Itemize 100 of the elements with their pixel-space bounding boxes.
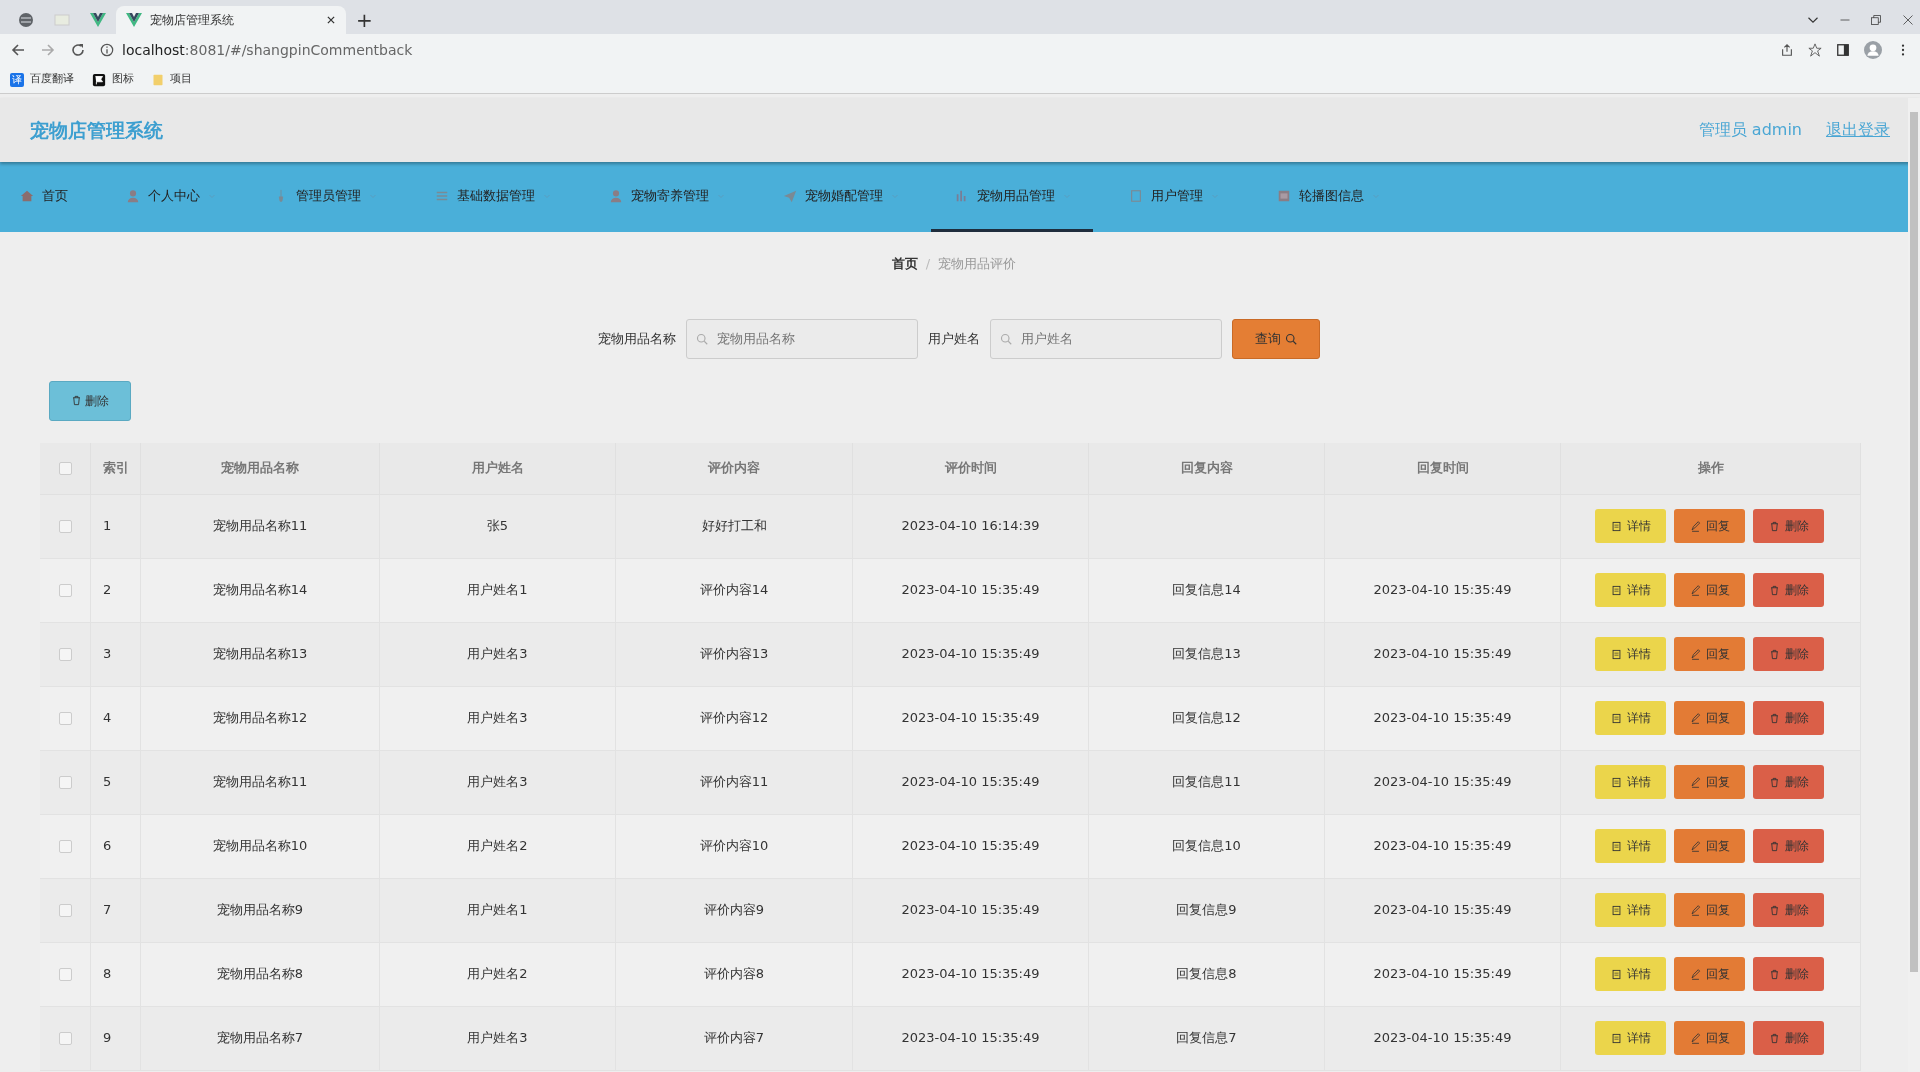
row-action-button[interactable]: 详情 bbox=[1595, 637, 1666, 671]
trash-icon bbox=[1768, 1032, 1780, 1044]
nav-item[interactable]: 首页 bbox=[18, 162, 90, 232]
row-checkbox[interactable] bbox=[58, 903, 72, 917]
table-cell: 2 bbox=[91, 558, 141, 623]
row-action-button[interactable]: 删除 bbox=[1753, 829, 1824, 863]
row-checkbox[interactable] bbox=[58, 775, 72, 789]
row-action-button[interactable]: 回复 bbox=[1674, 957, 1745, 991]
search-field[interactable]: 用户姓名 bbox=[990, 318, 1222, 359]
table-cell: 用户姓名3 bbox=[380, 686, 616, 751]
scrollbar-thumb[interactable] bbox=[1910, 112, 1918, 972]
table-cell: 回复信息14 bbox=[1089, 558, 1325, 623]
row-action-button[interactable]: 回复 bbox=[1674, 509, 1745, 543]
table-cell: 用户姓名3 bbox=[380, 750, 616, 815]
delete-button[interactable]: 删除 bbox=[49, 380, 131, 421]
close-icon[interactable] bbox=[326, 15, 336, 25]
table-cell: 回复信息9 bbox=[1089, 878, 1325, 943]
star-icon[interactable] bbox=[1808, 43, 1822, 57]
bookmark-link[interactable]: 项目 bbox=[170, 71, 192, 88]
globe-icon bbox=[18, 12, 34, 28]
row-action-button[interactable]: 详情 bbox=[1595, 1021, 1666, 1055]
table-cell: 评价内容14 bbox=[616, 558, 853, 623]
nav-item[interactable]: 基础数据管理 bbox=[433, 162, 573, 232]
row-action-button[interactable]: 删除 bbox=[1753, 637, 1824, 671]
share-icon[interactable] bbox=[1780, 43, 1794, 57]
search-field[interactable]: 宠物用品名称 bbox=[686, 318, 918, 359]
row-action-button[interactable]: 删除 bbox=[1753, 701, 1824, 735]
table-cell: 2023-04-10 15:35:49 bbox=[853, 750, 1089, 815]
row-action-button[interactable]: 删除 bbox=[1753, 765, 1824, 799]
nav-item[interactable]: 宠物用品管理 bbox=[931, 162, 1093, 232]
table-cell: 回复信息8 bbox=[1089, 942, 1325, 1007]
nav-item[interactable]: 用户管理 bbox=[1127, 162, 1241, 232]
nav-item[interactable]: 宠物婚配管理 bbox=[781, 162, 921, 232]
side-panel-icon[interactable] bbox=[1836, 43, 1850, 57]
pencil-icon bbox=[1689, 520, 1701, 532]
trash-icon bbox=[1768, 648, 1780, 660]
table-cell: 4 bbox=[91, 686, 141, 751]
nav-item[interactable]: 个人中心 bbox=[124, 162, 238, 232]
row-action-button[interactable]: 回复 bbox=[1674, 893, 1745, 927]
browser-tab[interactable]: 宠物店管理系统 bbox=[116, 6, 346, 34]
profile-icon[interactable] bbox=[1864, 41, 1882, 59]
column-header: 宠物用品名称 bbox=[141, 442, 380, 495]
row-action-button[interactable]: 回复 bbox=[1674, 829, 1745, 863]
reload-icon[interactable] bbox=[70, 42, 86, 58]
row-action-button[interactable]: 回复 bbox=[1674, 701, 1745, 735]
search-button[interactable]: 查询 bbox=[1232, 318, 1320, 359]
document-icon bbox=[1610, 584, 1622, 596]
nav-item[interactable]: 管理员管理 bbox=[272, 162, 399, 232]
nav-item[interactable]: 轮播图信息 bbox=[1275, 162, 1402, 232]
close-icon[interactable] bbox=[1901, 14, 1914, 26]
table-cell: 2023-04-10 15:35:49 bbox=[853, 878, 1089, 943]
row-action-button[interactable]: 详情 bbox=[1595, 957, 1666, 991]
flag-icon bbox=[92, 72, 106, 87]
breadcrumb-item[interactable]: 首页 bbox=[891, 254, 918, 274]
row-action-button[interactable]: 详情 bbox=[1595, 893, 1666, 927]
row-checkbox[interactable] bbox=[58, 711, 72, 725]
table-cell: 2023-04-10 15:35:49 bbox=[1325, 814, 1561, 879]
row-action-button[interactable]: 删除 bbox=[1753, 1021, 1824, 1055]
table-cell: 好好打工和 bbox=[616, 494, 853, 559]
row-checkbox[interactable] bbox=[58, 839, 72, 853]
row-checkbox[interactable] bbox=[58, 967, 72, 981]
document-icon bbox=[1610, 776, 1622, 788]
row-action-button[interactable]: 删除 bbox=[1753, 957, 1824, 991]
info-icon bbox=[100, 43, 114, 57]
table-cell: 2023-04-10 16:14:39 bbox=[853, 494, 1089, 559]
table-cell: 用户姓名3 bbox=[380, 622, 616, 687]
row-action-button[interactable]: 详情 bbox=[1595, 765, 1666, 799]
bookmark-link[interactable]: 图标 bbox=[112, 71, 134, 88]
forward-arrow-icon[interactable] bbox=[40, 42, 56, 58]
document-icon bbox=[1610, 1032, 1622, 1044]
select-all-checkbox[interactable] bbox=[58, 461, 72, 475]
table-cell: 2023-04-10 15:35:49 bbox=[1325, 558, 1561, 623]
row-checkbox[interactable] bbox=[58, 1031, 72, 1045]
table-cell: 评价内容10 bbox=[616, 814, 853, 879]
bookmark-link[interactable]: 百度翻译 bbox=[30, 71, 74, 88]
row-action-button[interactable]: 详情 bbox=[1595, 509, 1666, 543]
restore-icon[interactable] bbox=[1870, 14, 1882, 26]
row-action-button[interactable]: 回复 bbox=[1674, 637, 1745, 671]
trash-icon bbox=[1768, 904, 1780, 916]
row-action-button[interactable]: 回复 bbox=[1674, 1021, 1745, 1055]
new-tab-button[interactable]: + bbox=[346, 6, 383, 34]
vue-logo-icon bbox=[126, 12, 142, 28]
back-arrow-icon[interactable] bbox=[10, 42, 26, 58]
row-action-button[interactable]: 详情 bbox=[1595, 701, 1666, 735]
table-cell: 2023-04-10 15:35:49 bbox=[853, 686, 1089, 751]
nav-item[interactable]: 宠物寄养管理 bbox=[607, 162, 747, 232]
row-action-button[interactable]: 详情 bbox=[1595, 829, 1666, 863]
column-header: 索引 bbox=[91, 442, 141, 495]
row-action-button[interactable]: 回复 bbox=[1674, 573, 1745, 607]
row-action-button[interactable]: 删除 bbox=[1753, 573, 1824, 607]
row-checkbox[interactable] bbox=[58, 583, 72, 597]
row-action-button[interactable]: 回复 bbox=[1674, 765, 1745, 799]
row-action-button[interactable]: 详情 bbox=[1595, 573, 1666, 607]
table-cell: 宠物用品名称11 bbox=[141, 750, 380, 815]
row-action-button[interactable]: 删除 bbox=[1753, 893, 1824, 927]
table-cell: 宠物用品名称9 bbox=[141, 878, 380, 943]
row-checkbox[interactable] bbox=[58, 647, 72, 661]
tab-title: 宠物店管理系统 bbox=[150, 12, 235, 29]
row-checkbox[interactable] bbox=[58, 519, 72, 533]
row-action-button[interactable]: 删除 bbox=[1753, 509, 1824, 543]
